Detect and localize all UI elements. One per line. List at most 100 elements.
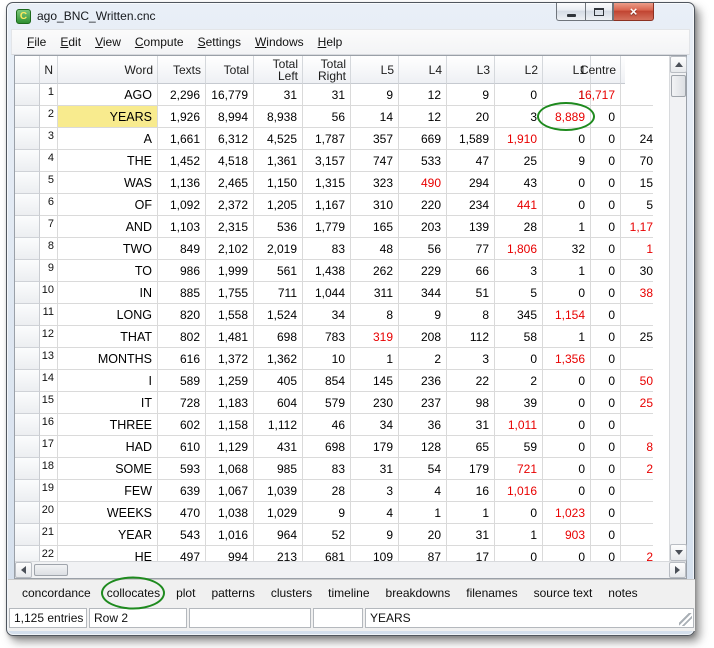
value-cell[interactable]: 2,102 <box>206 238 254 260</box>
value-cell[interactable]: 0 <box>543 194 591 216</box>
value-cell[interactable]: 0 <box>591 238 621 260</box>
row-number-cell[interactable]: 21 <box>40 524 58 546</box>
value-cell[interactable]: 1,17 <box>621 216 653 238</box>
word-cell[interactable]: YEARS <box>58 106 158 128</box>
value-cell[interactable]: 1,067 <box>206 480 254 502</box>
value-cell[interactable]: 5 <box>621 194 653 216</box>
value-cell[interactable] <box>621 304 653 326</box>
value-cell[interactable]: 203 <box>399 216 447 238</box>
tab-timeline[interactable]: timeline <box>327 584 370 602</box>
word-cell[interactable]: IT <box>58 392 158 414</box>
word-cell[interactable]: AND <box>58 216 158 238</box>
value-cell[interactable]: 145 <box>351 370 399 392</box>
scroll-down-button[interactable] <box>670 544 687 561</box>
value-cell[interactable] <box>621 524 653 546</box>
value-cell[interactable]: 721 <box>495 458 543 480</box>
value-cell[interactable]: 698 <box>254 326 303 348</box>
value-cell[interactable]: 28 <box>495 216 543 238</box>
word-cell[interactable]: THE <box>58 150 158 172</box>
row-number-cell[interactable]: 19 <box>40 480 58 502</box>
value-cell[interactable]: 0 <box>591 414 621 436</box>
value-cell[interactable]: 109 <box>351 546 399 561</box>
word-cell[interactable]: THREE <box>58 414 158 436</box>
row-number-cell[interactable]: 20 <box>40 502 58 524</box>
row-selector-cell[interactable] <box>15 260 40 282</box>
menu-item-view[interactable]: View <box>88 32 128 52</box>
value-cell[interactable]: 31 <box>351 458 399 480</box>
row-selector-cell[interactable] <box>15 84 40 106</box>
value-cell[interactable]: 1 <box>399 502 447 524</box>
value-cell[interactable]: 2,465 <box>206 172 254 194</box>
value-cell[interactable]: 77 <box>447 238 495 260</box>
row-number-cell[interactable]: 18 <box>40 458 58 480</box>
maximize-button[interactable] <box>585 3 613 21</box>
value-cell[interactable]: 0 <box>543 546 591 561</box>
value-cell[interactable]: 0 <box>591 150 621 172</box>
value-cell[interactable]: 589 <box>158 370 206 392</box>
value-cell[interactable]: 8,938 <box>254 106 303 128</box>
row-selector-cell[interactable] <box>15 436 40 458</box>
value-cell[interactable]: 1 <box>543 216 591 238</box>
value-cell[interactable]: 1,481 <box>206 326 254 348</box>
column-header-l3[interactable]: L3 <box>447 56 495 84</box>
horizontal-scroll-thumb[interactable] <box>34 564 68 576</box>
value-cell[interactable]: 536 <box>254 216 303 238</box>
row-selector-cell[interactable] <box>15 128 40 150</box>
value-cell[interactable]: 65 <box>447 436 495 458</box>
value-cell[interactable]: 9 <box>447 84 495 106</box>
value-cell[interactable]: 66 <box>447 260 495 282</box>
row-number-cell[interactable]: 1 <box>40 84 58 106</box>
value-cell[interactable]: 2 <box>621 458 653 480</box>
value-cell[interactable]: 294 <box>447 172 495 194</box>
value-cell[interactable]: 10 <box>303 348 351 370</box>
value-cell[interactable]: 208 <box>399 326 447 348</box>
value-cell[interactable]: 15 <box>621 172 653 194</box>
column-header-row-selector[interactable] <box>15 56 40 84</box>
column-header-l4[interactable]: L4 <box>399 56 447 84</box>
row-selector-cell[interactable] <box>15 458 40 480</box>
resize-grip[interactable] <box>679 613 692 626</box>
value-cell[interactable]: 139 <box>447 216 495 238</box>
row-selector-cell[interactable] <box>15 370 40 392</box>
value-cell[interactable]: 1 <box>495 524 543 546</box>
word-cell[interactable]: WEEKS <box>58 502 158 524</box>
row-selector-cell[interactable] <box>15 348 40 370</box>
word-cell[interactable]: I <box>58 370 158 392</box>
value-cell[interactable]: 698 <box>303 436 351 458</box>
row-selector-cell[interactable] <box>15 480 40 502</box>
value-cell[interactable]: 0 <box>495 348 543 370</box>
value-cell[interactable]: 849 <box>158 238 206 260</box>
value-cell[interactable]: 58 <box>495 326 543 348</box>
value-cell[interactable]: 0 <box>495 502 543 524</box>
value-cell[interactable]: 20 <box>399 524 447 546</box>
value-cell[interactable]: 497 <box>158 546 206 561</box>
value-cell[interactable]: 0 <box>543 436 591 458</box>
value-cell[interactable]: 59 <box>495 436 543 458</box>
value-cell[interactable]: 994 <box>206 546 254 561</box>
column-header-l2[interactable]: L2 <box>495 56 543 84</box>
column-header-word[interactable]: Word <box>58 56 158 84</box>
value-cell[interactable]: 87 <box>399 546 447 561</box>
row-selector-cell[interactable] <box>15 392 40 414</box>
value-cell[interactable]: 4 <box>399 480 447 502</box>
row-selector-cell[interactable] <box>15 524 40 546</box>
row-selector-cell[interactable] <box>15 282 40 304</box>
value-cell[interactable]: 820 <box>158 304 206 326</box>
value-cell[interactable]: 0 <box>591 304 621 326</box>
value-cell[interactable]: 51 <box>447 282 495 304</box>
value-cell[interactable]: 0 <box>543 172 591 194</box>
value-cell[interactable]: 5 <box>495 282 543 304</box>
value-cell[interactable]: 9 <box>351 84 399 106</box>
value-cell[interactable]: 32 <box>543 238 591 260</box>
row-selector-cell[interactable] <box>15 194 40 216</box>
value-cell[interactable]: 1,806 <box>495 238 543 260</box>
value-cell[interactable]: 1,755 <box>206 282 254 304</box>
value-cell[interactable]: 56 <box>399 238 447 260</box>
value-cell[interactable]: 6,312 <box>206 128 254 150</box>
value-cell[interactable]: 2,372 <box>206 194 254 216</box>
value-cell[interactable]: 1,150 <box>254 172 303 194</box>
row-number-cell[interactable]: 6 <box>40 194 58 216</box>
value-cell[interactable]: 1,315 <box>303 172 351 194</box>
value-cell[interactable]: 802 <box>158 326 206 348</box>
value-cell[interactable]: 593 <box>158 458 206 480</box>
